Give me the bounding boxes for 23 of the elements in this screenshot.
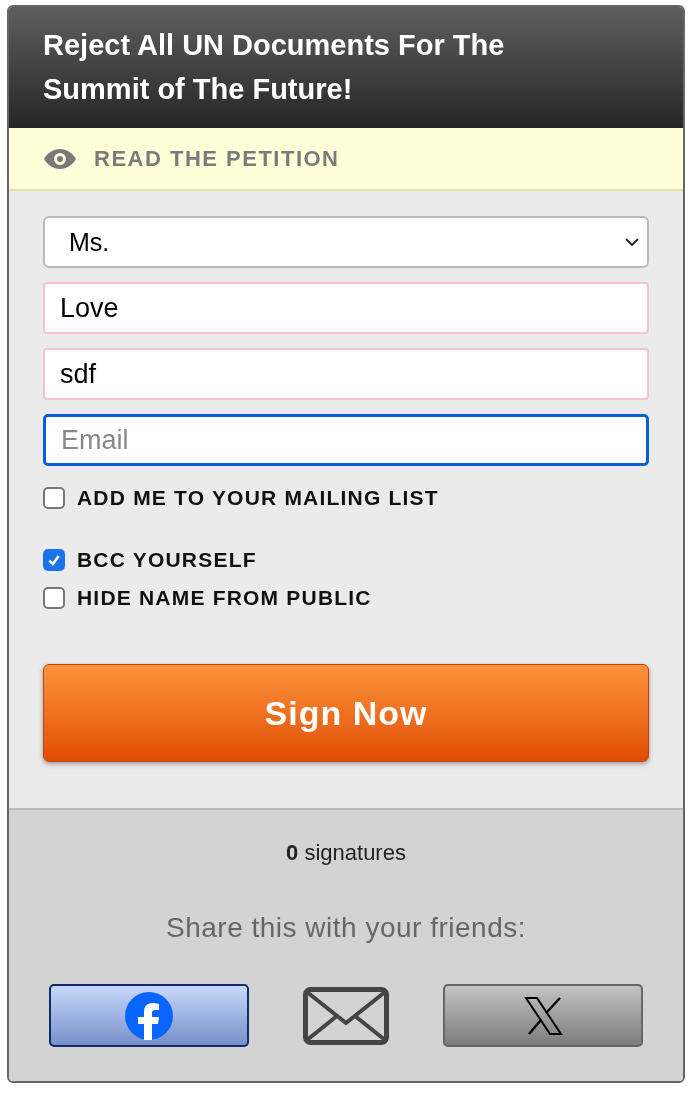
read-petition-link[interactable]: READ THE PETITION <box>94 145 340 172</box>
checkmark-icon <box>47 553 61 567</box>
email-share-button[interactable] <box>303 986 389 1045</box>
checkbox-label: HIDE NAME FROM PUBLIC <box>77 586 372 610</box>
x-share-button[interactable] <box>443 984 643 1047</box>
checkbox[interactable] <box>43 587 65 609</box>
petition-title: Reject All UN Documents For The Summit of The Future! <box>43 28 506 107</box>
chevron-down-icon <box>625 238 639 246</box>
checkbox-label: BCC YOURSELF <box>77 548 257 572</box>
title-select[interactable]: Ms. <box>43 216 649 268</box>
facebook-share-button[interactable] <box>49 984 249 1047</box>
signature-count: 0 signatures <box>286 840 406 866</box>
envelope-icon <box>303 986 389 1045</box>
input-field[interactable]: sdf <box>43 348 649 400</box>
checkbox-label: ADD ME TO YOUR MAILING LIST <box>77 486 439 510</box>
eye-icon <box>43 147 77 170</box>
input-field[interactable]: Email <box>43 414 649 466</box>
x-logo-icon <box>523 995 563 1036</box>
facebook-logo-icon <box>125 991 173 1040</box>
checkbox[interactable] <box>43 487 65 509</box>
share-prompt: Share this with your friends: <box>166 912 526 944</box>
input-field[interactable]: Love <box>43 282 649 334</box>
checkbox[interactable] <box>43 549 65 571</box>
